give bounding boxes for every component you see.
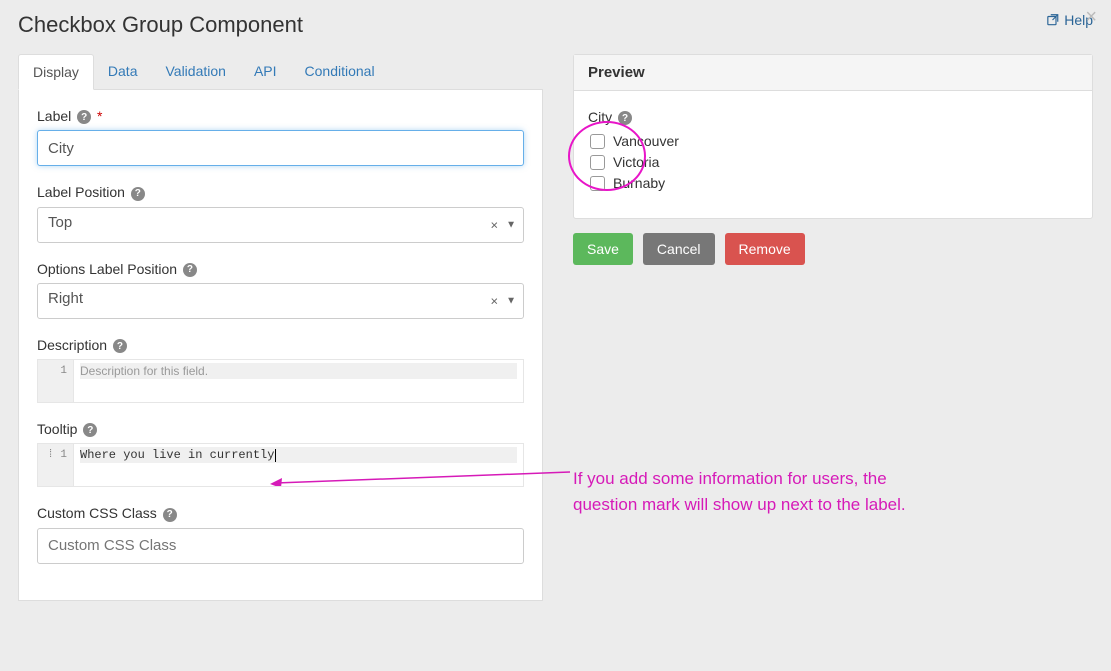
tooltip-caption: Tooltip ? <box>37 421 524 437</box>
checkbox-option[interactable]: Vancouver <box>590 133 1078 149</box>
tab-conditional[interactable]: Conditional <box>291 54 389 89</box>
help-icon[interactable]: ? <box>183 263 197 277</box>
clear-icon[interactable]: × <box>491 217 499 232</box>
checkbox-icon[interactable] <box>590 134 605 149</box>
preview-heading: Preview <box>574 55 1092 91</box>
help-icon[interactable]: ? <box>77 110 91 124</box>
options-label-position-caption: Options Label Position ? <box>37 261 524 277</box>
checkbox-icon[interactable] <box>590 155 605 170</box>
clear-icon[interactable]: × <box>491 293 499 308</box>
annotation-text: If you add some information for users, t… <box>573 466 1093 517</box>
new-window-icon <box>1045 13 1060 27</box>
label-caption: Label ? * <box>37 108 524 124</box>
required-star: * <box>97 108 102 124</box>
remove-button[interactable]: Remove <box>725 233 805 265</box>
tab-data[interactable]: Data <box>94 54 152 89</box>
close-icon[interactable]: × <box>1085 6 1097 29</box>
cancel-button[interactable]: Cancel <box>643 233 715 265</box>
help-icon[interactable]: ? <box>113 339 127 353</box>
description-caption: Description ? <box>37 337 524 353</box>
preview-panel: Preview City ? Vancouver Victoria <box>573 54 1093 219</box>
custom-css-input[interactable] <box>37 528 524 564</box>
label-position-caption: Label Position ? <box>37 184 524 200</box>
tab-display[interactable]: Display <box>18 54 94 90</box>
action-buttons: Save Cancel Remove <box>573 233 1093 265</box>
help-icon[interactable]: ? <box>163 508 177 522</box>
display-panel: Label ? * Label Position ? Top <box>18 90 543 601</box>
label-position-select[interactable]: Top <box>37 207 524 243</box>
tab-bar: Display Data Validation API Conditional <box>18 54 543 90</box>
save-button[interactable]: Save <box>573 233 633 265</box>
caret-down-icon[interactable]: ▼ <box>506 219 516 230</box>
caret-down-icon[interactable]: ▼ <box>506 295 516 306</box>
component-dialog: × Checkbox Group Component Help Display … <box>0 0 1111 671</box>
custom-css-caption: Custom CSS Class ? <box>37 505 524 521</box>
description-editor[interactable]: 1 Description for this field. <box>37 359 524 403</box>
preview-field-label: City ? <box>588 109 1078 125</box>
checkbox-icon[interactable] <box>590 176 605 191</box>
options-label-position-select[interactable]: Right <box>37 283 524 319</box>
label-input[interactable] <box>37 130 524 166</box>
help-icon[interactable]: ? <box>618 111 632 125</box>
checkbox-option[interactable]: Burnaby <box>590 175 1078 191</box>
dialog-title: Checkbox Group Component <box>18 12 303 38</box>
tooltip-editor[interactable]: ⁞ 1 Where you live in currently <box>37 443 524 487</box>
help-icon[interactable]: ? <box>131 187 145 201</box>
help-icon[interactable]: ? <box>83 423 97 437</box>
checkbox-option[interactable]: Victoria <box>590 154 1078 170</box>
tab-api[interactable]: API <box>240 54 291 89</box>
tab-validation[interactable]: Validation <box>151 54 239 89</box>
dialog-header: Checkbox Group Component Help <box>0 0 1111 46</box>
